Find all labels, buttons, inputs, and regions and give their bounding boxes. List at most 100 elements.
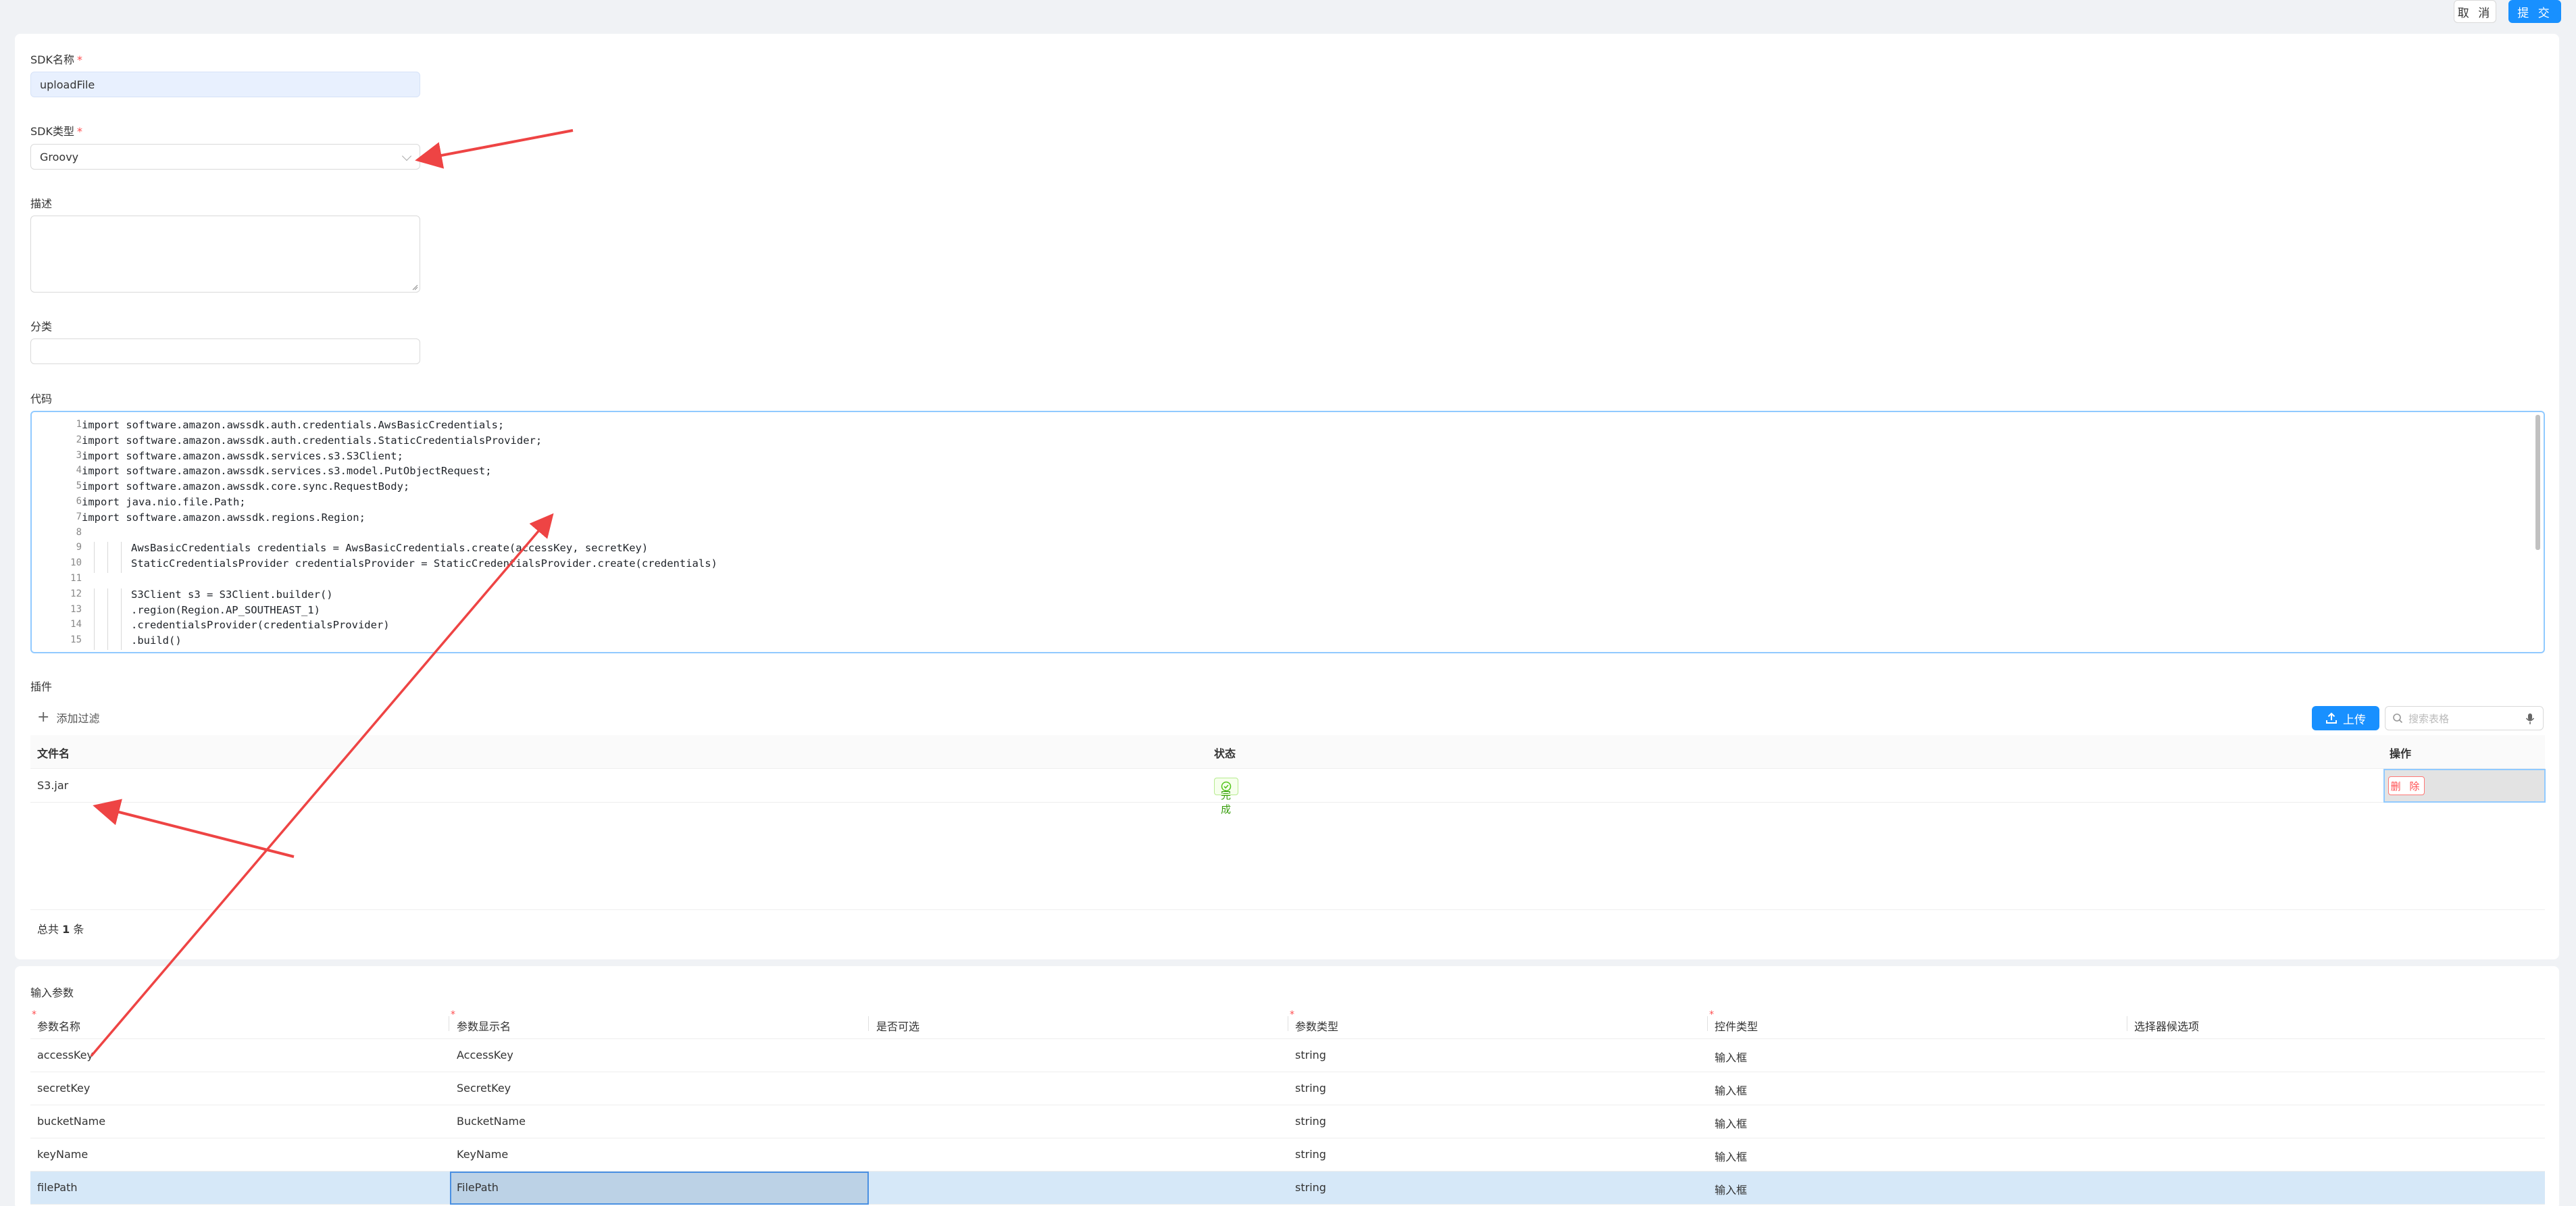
code-text: import software.amazon.awssdk.auth.crede…: [82, 434, 542, 447]
column-selector-options: 选择器候选项: [2134, 1020, 2200, 1033]
indent-guide: [94, 634, 95, 650]
sdk-type-select[interactable]: Groovy: [30, 144, 420, 170]
param-type-cell[interactable]: string: [1295, 1148, 1326, 1161]
indent-guide: [107, 634, 108, 650]
code-line[interactable]: 10 StaticCredentialsProvider credentialsP…: [32, 557, 2544, 573]
table-row: S3.jar 完成 删 除: [30, 769, 2546, 815]
code-line[interactable]: 1 import software.amazon.awssdk.auth.cred…: [32, 419, 2544, 434]
code-line[interactable]: 13 .region(Region.AP_SOUTHEAST_1): [32, 603, 2544, 620]
description-label: 描述: [30, 197, 53, 210]
delete-button[interactable]: 删 除: [2388, 776, 2425, 795]
display-name-editor[interactable]: [450, 1172, 869, 1205]
table-search-input[interactable]: 搜索表格: [2385, 706, 2544, 730]
code-text: .region(Region.AP_SOUTHEAST_1): [131, 603, 320, 616]
code-text: .credentialsProvider(credentialsProvider…: [131, 619, 390, 632]
plugins-table-header: 文件名 状态 操作: [30, 735, 2545, 769]
line-number: 10: [70, 557, 82, 569]
search-placeholder: 搜索表格: [2408, 712, 2450, 725]
param-name-cell[interactable]: bucketName: [37, 1115, 105, 1128]
param-row[interactable]: keyName KeyName string 输入框: [30, 1138, 2545, 1172]
param-type-cell[interactable]: string: [1295, 1082, 1326, 1095]
param-row[interactable]: secretKey SecretKey string 输入框: [30, 1072, 2545, 1105]
code-text: import software.amazon.awssdk.services.s…: [82, 465, 492, 478]
plugins-label: 插件: [30, 680, 53, 693]
resize-grip-icon[interactable]: [411, 284, 418, 291]
table-total: 总共 1 条: [37, 923, 84, 936]
param-control-cell[interactable]: 输入框: [1715, 1115, 1747, 1131]
code-text: StaticCredentialsProvider credentialsPro…: [131, 557, 717, 570]
param-control-cell[interactable]: 输入框: [1715, 1082, 1747, 1098]
add-filter-button[interactable]: + 添加过滤: [37, 709, 99, 726]
sdk-name-label: SDK名称 *: [30, 53, 82, 66]
microphone-icon[interactable]: [2525, 713, 2535, 725]
indent-guide: [121, 619, 122, 635]
code-line[interactable]: 3 import software.amazon.awssdk.services.…: [32, 450, 2544, 466]
code-text: import software.amazon.awssdk.auth.crede…: [82, 419, 505, 431]
param-row[interactable]: accessKey AccessKey string 输入框: [30, 1039, 2545, 1072]
cancel-button[interactable]: 取 消: [2454, 0, 2496, 23]
code-text: AwsBasicCredentials credentials = AwsBas…: [131, 542, 649, 555]
indent-guide: [94, 619, 95, 635]
indent-guide: [107, 619, 108, 635]
code-line[interactable]: 11: [32, 573, 2544, 588]
param-name-cell[interactable]: keyName: [37, 1148, 88, 1161]
code-line[interactable]: 7 import software.amazon.awssdk.regions.R…: [32, 511, 2544, 527]
submit-button[interactable]: 提 交: [2508, 0, 2561, 23]
code-line[interactable]: 12 S3Client s3 = S3Client.builder(): [32, 588, 2544, 604]
param-name-cell[interactable]: filePath: [37, 1181, 78, 1194]
column-control-type: 控件类型: [1715, 1020, 1759, 1033]
code-line[interactable]: 14 .credentialsProvider(credentialsProvid…: [32, 619, 2544, 635]
code-line[interactable]: 9 AwsBasicCredentials credentials = AwsBa…: [32, 542, 2544, 558]
code-editor[interactable]: 1 import software.amazon.awssdk.auth.cred…: [30, 411, 2545, 653]
top-bar: 取 消 提 交: [0, 0, 2576, 27]
actions-cell: 删 除: [2383, 769, 2546, 803]
indent-guide: [107, 603, 108, 620]
input-params-label: 输入参数: [30, 986, 74, 999]
indent-guide: [107, 557, 108, 573]
param-display-name-cell[interactable]: KeyName: [457, 1148, 508, 1161]
code-line[interactable]: 2 import software.amazon.awssdk.auth.cred…: [32, 434, 2544, 450]
param-name-cell[interactable]: accessKey: [37, 1049, 93, 1061]
description-textarea[interactable]: [30, 216, 420, 293]
param-control-cell[interactable]: 输入框: [1715, 1181, 1747, 1197]
param-display-name-cell[interactable]: FilePath: [457, 1181, 499, 1194]
indent-guide: [94, 603, 95, 620]
indent-guide: [107, 588, 108, 604]
param-control-cell[interactable]: 输入框: [1715, 1049, 1747, 1065]
param-name-cell[interactable]: secretKey: [37, 1082, 90, 1095]
line-number: 15: [70, 634, 82, 646]
code-text: .build(): [131, 634, 182, 647]
code-line[interactable]: 4 import software.amazon.awssdk.services.…: [32, 465, 2544, 480]
column-actions: 操作: [2390, 747, 2412, 760]
indent-guide: [121, 603, 122, 620]
column-param-name: 参数名称: [37, 1020, 81, 1033]
sdk-name-input[interactable]: uploadFile: [30, 72, 420, 97]
indent-guide: [121, 542, 122, 558]
code-text: import software.amazon.awssdk.services.s…: [82, 449, 403, 462]
code-line[interactable]: 15 .build(): [32, 634, 2544, 650]
param-type-cell[interactable]: string: [1295, 1049, 1326, 1061]
column-param-display-name: 参数显示名: [457, 1020, 511, 1033]
code-line[interactable]: 5 import software.amazon.awssdk.core.sync…: [32, 480, 2544, 496]
param-row[interactable]: bucketName BucketName string 输入框: [30, 1105, 2545, 1138]
param-type-cell[interactable]: string: [1295, 1181, 1326, 1194]
param-display-name-cell[interactable]: AccessKey: [457, 1049, 513, 1061]
line-number: 12: [70, 588, 82, 599]
indent-guide: [121, 588, 122, 604]
category-input[interactable]: [30, 338, 420, 364]
upload-icon: [2326, 712, 2337, 724]
param-row[interactable]: filePath FilePath string 输入框: [30, 1172, 2545, 1205]
indent-guide: [94, 542, 95, 558]
sdk-type-label: SDK类型 *: [30, 125, 82, 138]
param-control-cell[interactable]: 输入框: [1715, 1148, 1747, 1164]
code-line[interactable]: 8: [32, 527, 2544, 543]
column-status: 状态: [1214, 747, 1236, 760]
chevron-down-icon: [401, 151, 412, 161]
code-line[interactable]: 6 import java.nio.file.Path;: [32, 496, 2544, 511]
param-display-name-cell[interactable]: BucketName: [457, 1115, 526, 1128]
param-type-cell[interactable]: string: [1295, 1115, 1326, 1128]
code-text: import software.amazon.awssdk.regions.Re…: [82, 511, 365, 524]
upload-button[interactable]: 上传: [2312, 706, 2379, 730]
column-file-name: 文件名: [37, 747, 70, 760]
param-display-name-cell[interactable]: SecretKey: [457, 1082, 511, 1095]
